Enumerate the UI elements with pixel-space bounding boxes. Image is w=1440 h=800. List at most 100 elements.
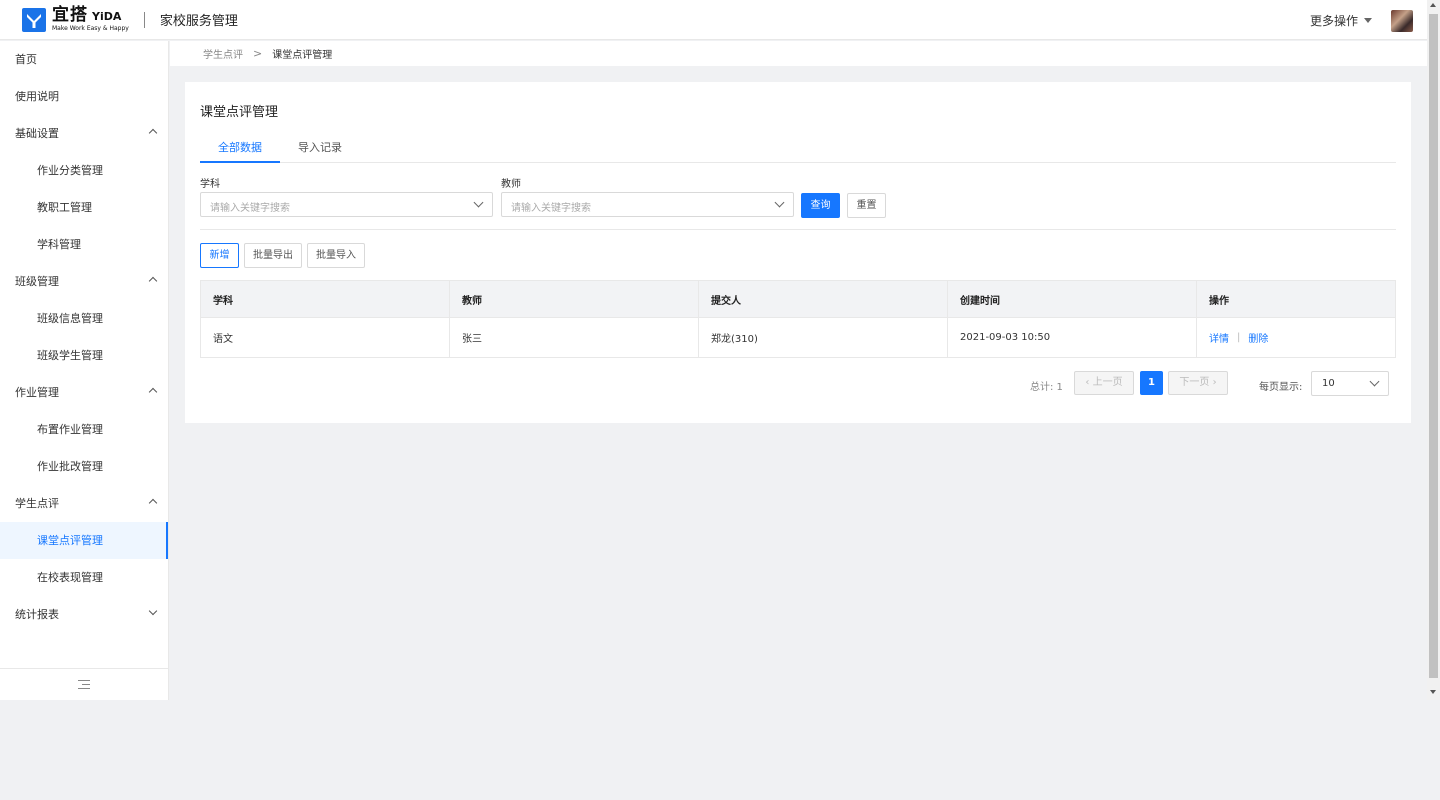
top-header: 宜搭 YiDA Make Work Easy & Happy 家校服务管理 更多…	[0, 0, 1427, 40]
sidebar-item-grade-homework[interactable]: 作业批改管理	[0, 448, 168, 485]
more-operations-label: 更多操作	[1310, 14, 1359, 28]
detail-link[interactable]: 详情	[1209, 330, 1229, 345]
add-button[interactable]: 新增	[200, 243, 239, 268]
chevron-up-icon	[148, 498, 158, 508]
page-number-current[interactable]: 1	[1140, 371, 1163, 395]
header-divider	[143, 11, 145, 28]
yida-logo[interactable]: 宜搭 YiDA Make Work Easy & Happy	[22, 7, 129, 32]
sidebar-item-homework-category[interactable]: 作业分类管理	[0, 152, 168, 189]
prev-page-button[interactable]: ‹ 上一页	[1074, 371, 1134, 395]
sidebar-item-label: 作业管理	[15, 386, 59, 399]
yida-logo-icon	[22, 7, 46, 32]
sidebar-item-subjects[interactable]: 学科管理	[0, 226, 168, 263]
sidebar-item-class-info[interactable]: 班级信息管理	[0, 300, 168, 337]
sidebar-item-school-performance[interactable]: 在校表现管理	[0, 559, 168, 596]
chevron-down-icon	[148, 606, 158, 616]
batch-import-button[interactable]: 批量导入	[307, 243, 365, 268]
sidebar-item-label: 首页	[15, 53, 37, 66]
sidebar-collapse-button[interactable]	[0, 668, 168, 700]
more-operations-menu[interactable]: 更多操作	[1310, 12, 1373, 29]
sidebar-item-label: 使用说明	[15, 90, 59, 103]
teacher-filter-label: 教师	[501, 179, 521, 190]
teacher-filter-placeholder: 请输入关键字搜索	[511, 203, 591, 214]
sidebar-nav: 首页 使用说明 基础设置 作业分类管理 教职工管理 学科管理 班级管理 班级信息…	[0, 41, 169, 700]
sidebar-item-assign-homework[interactable]: 布置作业管理	[0, 411, 168, 448]
column-header-submitter[interactable]: 提交人	[699, 281, 948, 317]
sidebar-item-home[interactable]: 首页	[0, 41, 168, 78]
table-row[interactable]: 语文 张三 郑龙(310) 2021-09-03 10:50 详情 | 删除	[201, 318, 1395, 357]
action-separator: |	[1237, 332, 1241, 343]
column-header-subject[interactable]: 学科	[201, 281, 450, 317]
next-page-button[interactable]: 下一页 ›	[1168, 371, 1228, 395]
chevron-left-icon: ‹	[1085, 377, 1090, 388]
sidebar-group-statistics[interactable]: 统计报表	[0, 596, 168, 633]
scroll-up-arrow-icon[interactable]	[1430, 3, 1436, 7]
next-page-label: 下一页	[1179, 377, 1210, 388]
scroll-down-arrow-icon[interactable]	[1430, 690, 1436, 694]
page-title: 课堂点评管理	[200, 105, 279, 120]
sidebar-item-label: 布置作业管理	[37, 423, 103, 436]
column-header-actions: 操作	[1209, 295, 1229, 307]
sidebar-item-class-students[interactable]: 班级学生管理	[0, 337, 168, 374]
collapse-menu-icon	[78, 679, 90, 690]
main-card: 课堂点评管理 全部数据 导入记录 学科 请输入关键字搜索 教师 请输入关键字搜索…	[185, 82, 1411, 423]
app-title: 家校服务管理	[159, 14, 238, 29]
column-header-created-time[interactable]: 创建时间	[948, 281, 1197, 317]
review-table: 学科 教师 提交人 创建时间 操作 语文 张三 郑龙(310) 2021-09-…	[200, 280, 1396, 358]
breadcrumb-current: 课堂点评管理	[272, 50, 333, 61]
user-avatar[interactable]	[1391, 10, 1413, 32]
page-size-label: 每页显示:	[1259, 382, 1303, 393]
sidebar-item-label: 在校表现管理	[37, 571, 103, 584]
sidebar-group-homework[interactable]: 作业管理	[0, 374, 168, 411]
teacher-filter-select[interactable]: 请输入关键字搜索	[501, 192, 794, 217]
subject-filter-placeholder: 请输入关键字搜索	[210, 203, 290, 214]
sidebar-item-staff[interactable]: 教职工管理	[0, 189, 168, 226]
chevron-up-icon	[148, 276, 158, 286]
delete-link[interactable]: 删除	[1248, 330, 1268, 345]
sidebar-item-label: 班级管理	[15, 275, 59, 288]
chevron-down-icon	[1369, 376, 1380, 387]
caret-down-icon	[1364, 18, 1373, 23]
logo-slogan: Make Work Easy & Happy	[52, 25, 129, 32]
page-size-select[interactable]: 10	[1311, 371, 1389, 396]
sidebar-item-usage-guide[interactable]: 使用说明	[0, 78, 168, 115]
tab-label: 全部数据	[218, 141, 262, 154]
subject-filter-select[interactable]: 请输入关键字搜索	[200, 192, 493, 217]
filter-divider	[200, 229, 1396, 230]
scrollbar-thumb[interactable]	[1429, 14, 1438, 678]
breadcrumb-parent[interactable]: 学生点评	[203, 46, 243, 61]
tab-import-records[interactable]: 导入记录	[280, 139, 360, 163]
sidebar-item-label: 作业分类管理	[37, 164, 103, 177]
tab-all-data[interactable]: 全部数据	[200, 139, 280, 163]
sidebar-item-label: 学科管理	[37, 238, 81, 251]
sidebar-item-label: 班级学生管理	[37, 349, 103, 362]
sidebar-item-label: 统计报表	[15, 608, 59, 621]
sidebar-item-label: 班级信息管理	[37, 312, 103, 325]
sidebar-group-class-management[interactable]: 班级管理	[0, 263, 168, 300]
prev-page-label: 上一页	[1092, 377, 1123, 388]
sidebar-item-label: 学生点评	[15, 497, 59, 510]
table-header: 学科 教师 提交人 创建时间 操作	[201, 281, 1395, 318]
batch-export-button[interactable]: 批量导出	[244, 243, 302, 268]
sidebar-group-basic-settings[interactable]: 基础设置	[0, 115, 168, 152]
page-scrollbar[interactable]	[1427, 0, 1440, 700]
sidebar-item-class-review[interactable]: 课堂点评管理	[0, 522, 168, 559]
chevron-up-icon	[148, 128, 158, 138]
sidebar-item-label: 作业批改管理	[37, 460, 103, 473]
sidebar-group-student-review[interactable]: 学生点评	[0, 485, 168, 522]
cell-subject: 语文	[201, 318, 450, 357]
logo-cn-text: 宜搭	[52, 5, 88, 25]
cell-teacher: 张三	[450, 318, 699, 357]
sidebar-item-label: 教职工管理	[37, 201, 92, 214]
column-header-teacher[interactable]: 教师	[450, 281, 699, 317]
cell-submitter: 郑龙(310)	[699, 318, 948, 357]
query-button[interactable]: 查询	[801, 193, 840, 218]
chevron-right-icon: ›	[1212, 377, 1217, 388]
sidebar-item-label: 课堂点评管理	[37, 534, 103, 547]
breadcrumb: 学生点评 > 课堂点评管理	[170, 41, 1427, 66]
page-size-value: 10	[1322, 378, 1335, 389]
sidebar-item-label: 基础设置	[15, 127, 59, 140]
reset-button[interactable]: 重置	[847, 193, 886, 218]
chevron-up-icon	[148, 387, 158, 397]
logo-en-text: YiDA	[92, 10, 122, 23]
